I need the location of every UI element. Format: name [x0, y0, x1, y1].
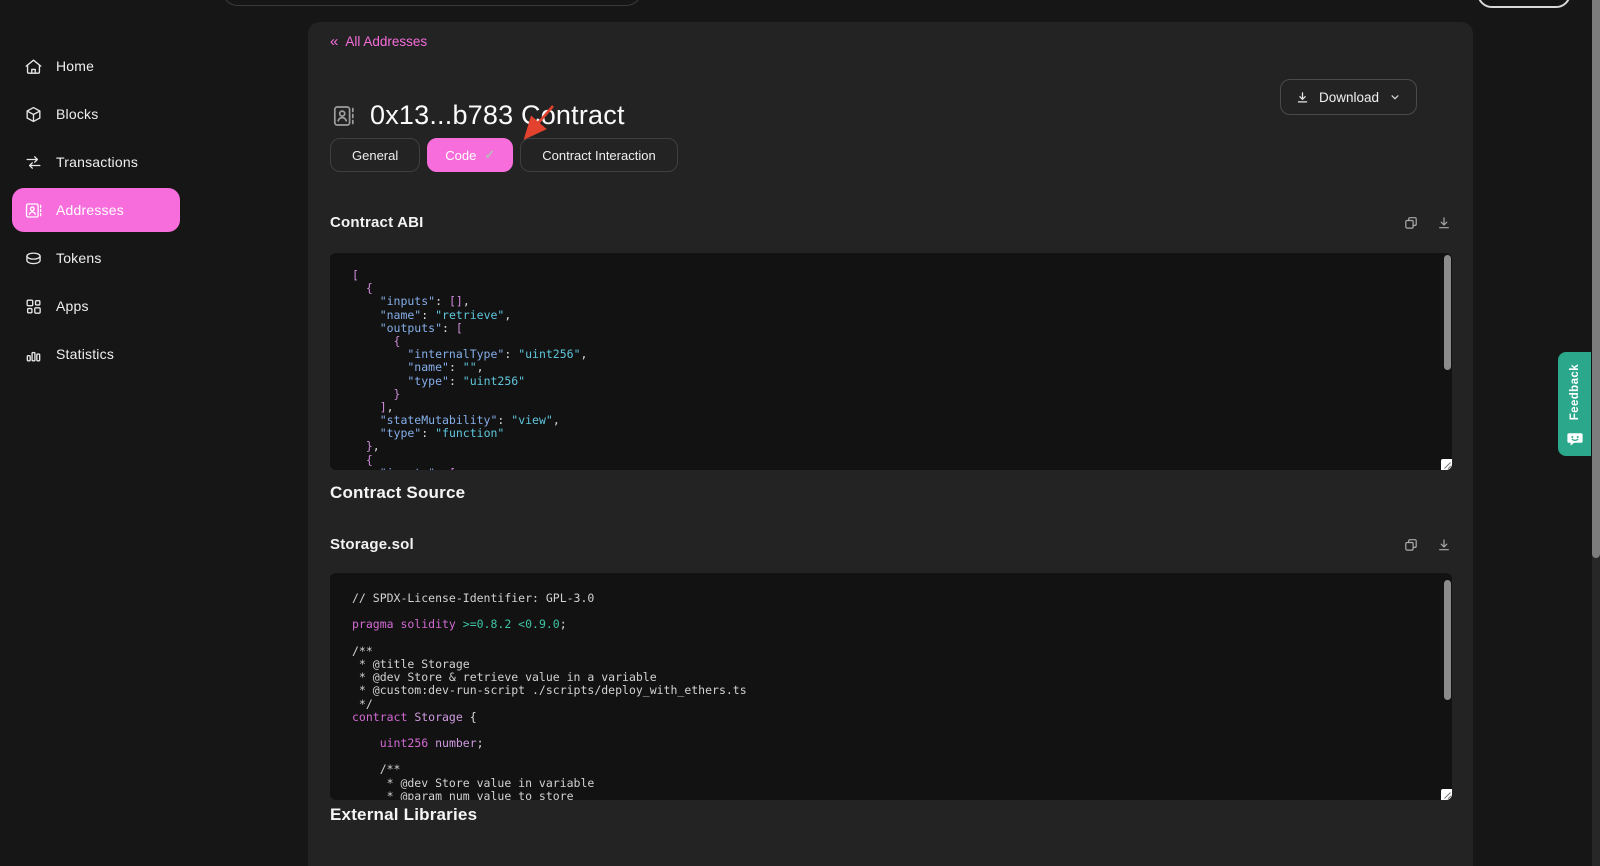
download-button[interactable]: Download [1280, 79, 1417, 115]
sidebar-item-statistics[interactable]: Statistics [12, 332, 180, 376]
sidebar-item-addresses[interactable]: Addresses [12, 188, 180, 232]
sidebar-item-label: Addresses [56, 202, 124, 218]
check-icon [484, 147, 495, 163]
tab-code[interactable]: Code [427, 138, 513, 172]
page-scrollbar[interactable] [1592, 0, 1600, 866]
sidebar-item-home[interactable]: Home [12, 44, 180, 88]
statistics-icon [24, 345, 43, 364]
sidebar-item-blocks[interactable]: Blocks [12, 92, 180, 136]
tab-label: General [352, 148, 398, 163]
tab-label: Code [445, 148, 476, 163]
contract-abi-code-block[interactable]: [ { "inputs": [], "name": "retrieve", "o… [330, 253, 1452, 470]
tab-contract-interaction[interactable]: Contract Interaction [520, 138, 677, 172]
sidebar-item-label: Statistics [56, 346, 114, 362]
abi-resize-handle[interactable] [1441, 459, 1452, 470]
transactions-icon [24, 153, 43, 172]
search-input[interactable] [222, 0, 642, 6]
storage-sol-code: // SPDX-License-Identifier: GPL-3.0 prag… [330, 573, 1452, 800]
contract-abi-header: Contract ABI [330, 214, 1452, 231]
home-icon [24, 57, 43, 76]
section-title-contract-abi: Contract ABI [330, 214, 424, 231]
page-title-row: 0x13...b783 Contract [332, 100, 625, 131]
blocks-icon [24, 105, 43, 124]
sidebar-item-label: Blocks [56, 106, 98, 122]
sidebar-item-label: Transactions [56, 154, 138, 170]
sidebar: Home Blocks Transactions Addresses Token… [0, 44, 308, 380]
sidebar-item-label: Home [56, 58, 94, 74]
contact-card-icon [332, 104, 356, 128]
copy-source-icon[interactable] [1403, 537, 1419, 553]
heading-contract-source: Contract Source [330, 483, 465, 503]
chat-icon [1567, 431, 1583, 447]
tab-label: Contract Interaction [542, 148, 655, 163]
page-scrollbar-thumb[interactable] [1592, 0, 1600, 558]
tab-row: General Code Contract Interaction [330, 138, 678, 172]
sidebar-item-transactions[interactable]: Transactions [12, 140, 180, 184]
feedback-button[interactable]: Feedback [1558, 352, 1591, 456]
heading-external-libraries: External Libraries [330, 805, 477, 825]
sidebar-item-label: Apps [56, 298, 89, 314]
main-panel: « All Addresses 0x13...b783 Contract Dow… [308, 22, 1473, 866]
sidebar-item-apps[interactable]: Apps [12, 284, 180, 328]
page-title: 0x13...b783 Contract [370, 100, 625, 131]
contract-abi-code: [ { "inputs": [], "name": "retrieve", "o… [330, 253, 1452, 470]
download-icon [1295, 90, 1310, 105]
abi-code-scrollbar-thumb[interactable] [1444, 255, 1451, 370]
copy-abi-icon[interactable] [1403, 215, 1419, 231]
tokens-icon [24, 249, 43, 268]
sidebar-item-label: Tokens [56, 250, 102, 266]
topbar-button[interactable] [1477, 0, 1571, 8]
double-chevron-left-icon: « [330, 34, 338, 49]
tab-general[interactable]: General [330, 138, 420, 172]
breadcrumb-all-addresses[interactable]: « All Addresses [330, 34, 427, 49]
sidebar-item-tokens[interactable]: Tokens [12, 236, 180, 280]
source-resize-handle[interactable] [1441, 789, 1452, 800]
section-title-storage-sol: Storage.sol [330, 536, 414, 553]
source-code-scrollbar-thumb[interactable] [1444, 580, 1451, 700]
apps-icon [24, 297, 43, 316]
storage-sol-code-block[interactable]: // SPDX-License-Identifier: GPL-3.0 prag… [330, 573, 1452, 800]
screen: Home Blocks Transactions Addresses Token… [0, 0, 1600, 866]
addresses-icon [24, 201, 43, 220]
storage-sol-header: Storage.sol [330, 536, 1452, 553]
feedback-label: Feedback [1569, 364, 1581, 420]
download-abi-icon[interactable] [1436, 215, 1452, 231]
breadcrumb-label: All Addresses [345, 34, 427, 49]
download-button-label: Download [1319, 90, 1379, 105]
download-source-icon[interactable] [1436, 537, 1452, 553]
chevron-down-icon [1388, 90, 1402, 104]
